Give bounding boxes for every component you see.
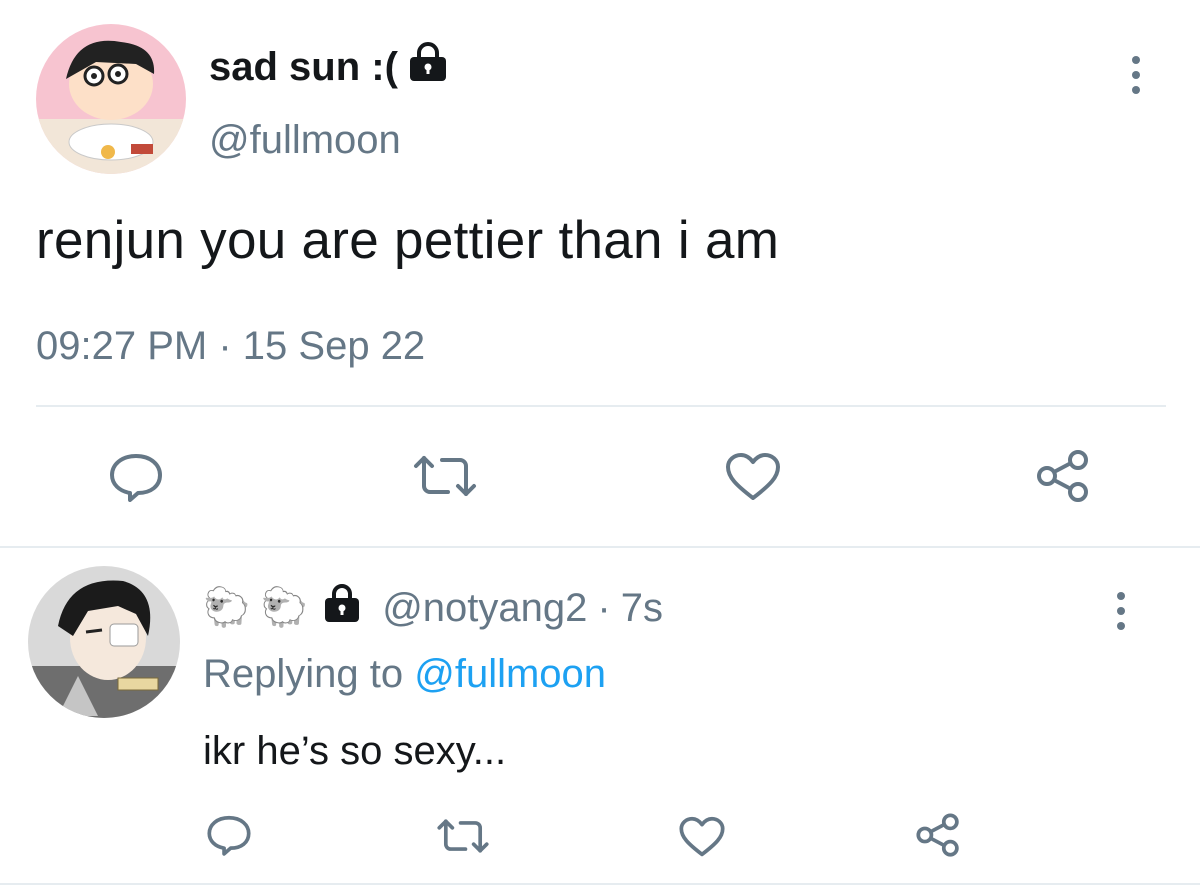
tweet-timestamp[interactable]: 09:27 PM · 15 Sep 22 <box>36 324 425 369</box>
like-icon[interactable] <box>724 452 782 502</box>
tweet-time: 09:27 PM <box>36 324 208 368</box>
reply-avatar[interactable] <box>28 566 180 718</box>
lock-icon <box>406 42 450 92</box>
section-divider <box>0 546 1200 548</box>
author-name-text: sad sun :( <box>209 44 398 89</box>
tweet-divider <box>36 405 1166 407</box>
lock-icon <box>322 583 362 633</box>
replying-to-handle[interactable]: @fullmoon <box>414 652 606 696</box>
reply-age[interactable]: 7s <box>621 586 663 631</box>
reply-header: 🐑 🐑 @notyang2 · 7s <box>203 583 663 633</box>
timestamp-separator: · <box>218 324 232 368</box>
replying-to-line: Replying to @fullmoon <box>203 652 606 697</box>
reply-author-handle[interactable]: @notyang2 <box>382 586 587 631</box>
reply-more-vertical-icon[interactable] <box>1117 592 1125 630</box>
author-avatar[interactable] <box>36 24 186 174</box>
replying-to-prefix: Replying to <box>203 652 404 696</box>
reply-retweet-icon[interactable] <box>436 816 490 856</box>
author-name[interactable]: sad sun :( <box>209 42 450 92</box>
retweet-icon[interactable] <box>412 452 478 500</box>
author-handle[interactable]: @fullmoon <box>209 118 401 163</box>
reply-text: ikr he’s so sexy... <box>203 729 507 773</box>
more-vertical-icon[interactable] <box>1132 56 1140 94</box>
bottom-divider <box>0 883 1200 885</box>
reply-like-icon[interactable] <box>678 816 726 858</box>
reply-icon[interactable] <box>108 452 164 502</box>
reply-author-name[interactable]: 🐑 🐑 <box>203 586 308 630</box>
tweet-date: 15 Sep 22 <box>242 324 426 368</box>
share-icon[interactable] <box>1034 448 1092 504</box>
tweet-text: renjun you are pettier than i am <box>36 211 780 270</box>
reply-separator: · <box>597 585 611 630</box>
reply-share-icon[interactable] <box>914 812 962 858</box>
reply-reply-icon[interactable] <box>206 814 252 856</box>
